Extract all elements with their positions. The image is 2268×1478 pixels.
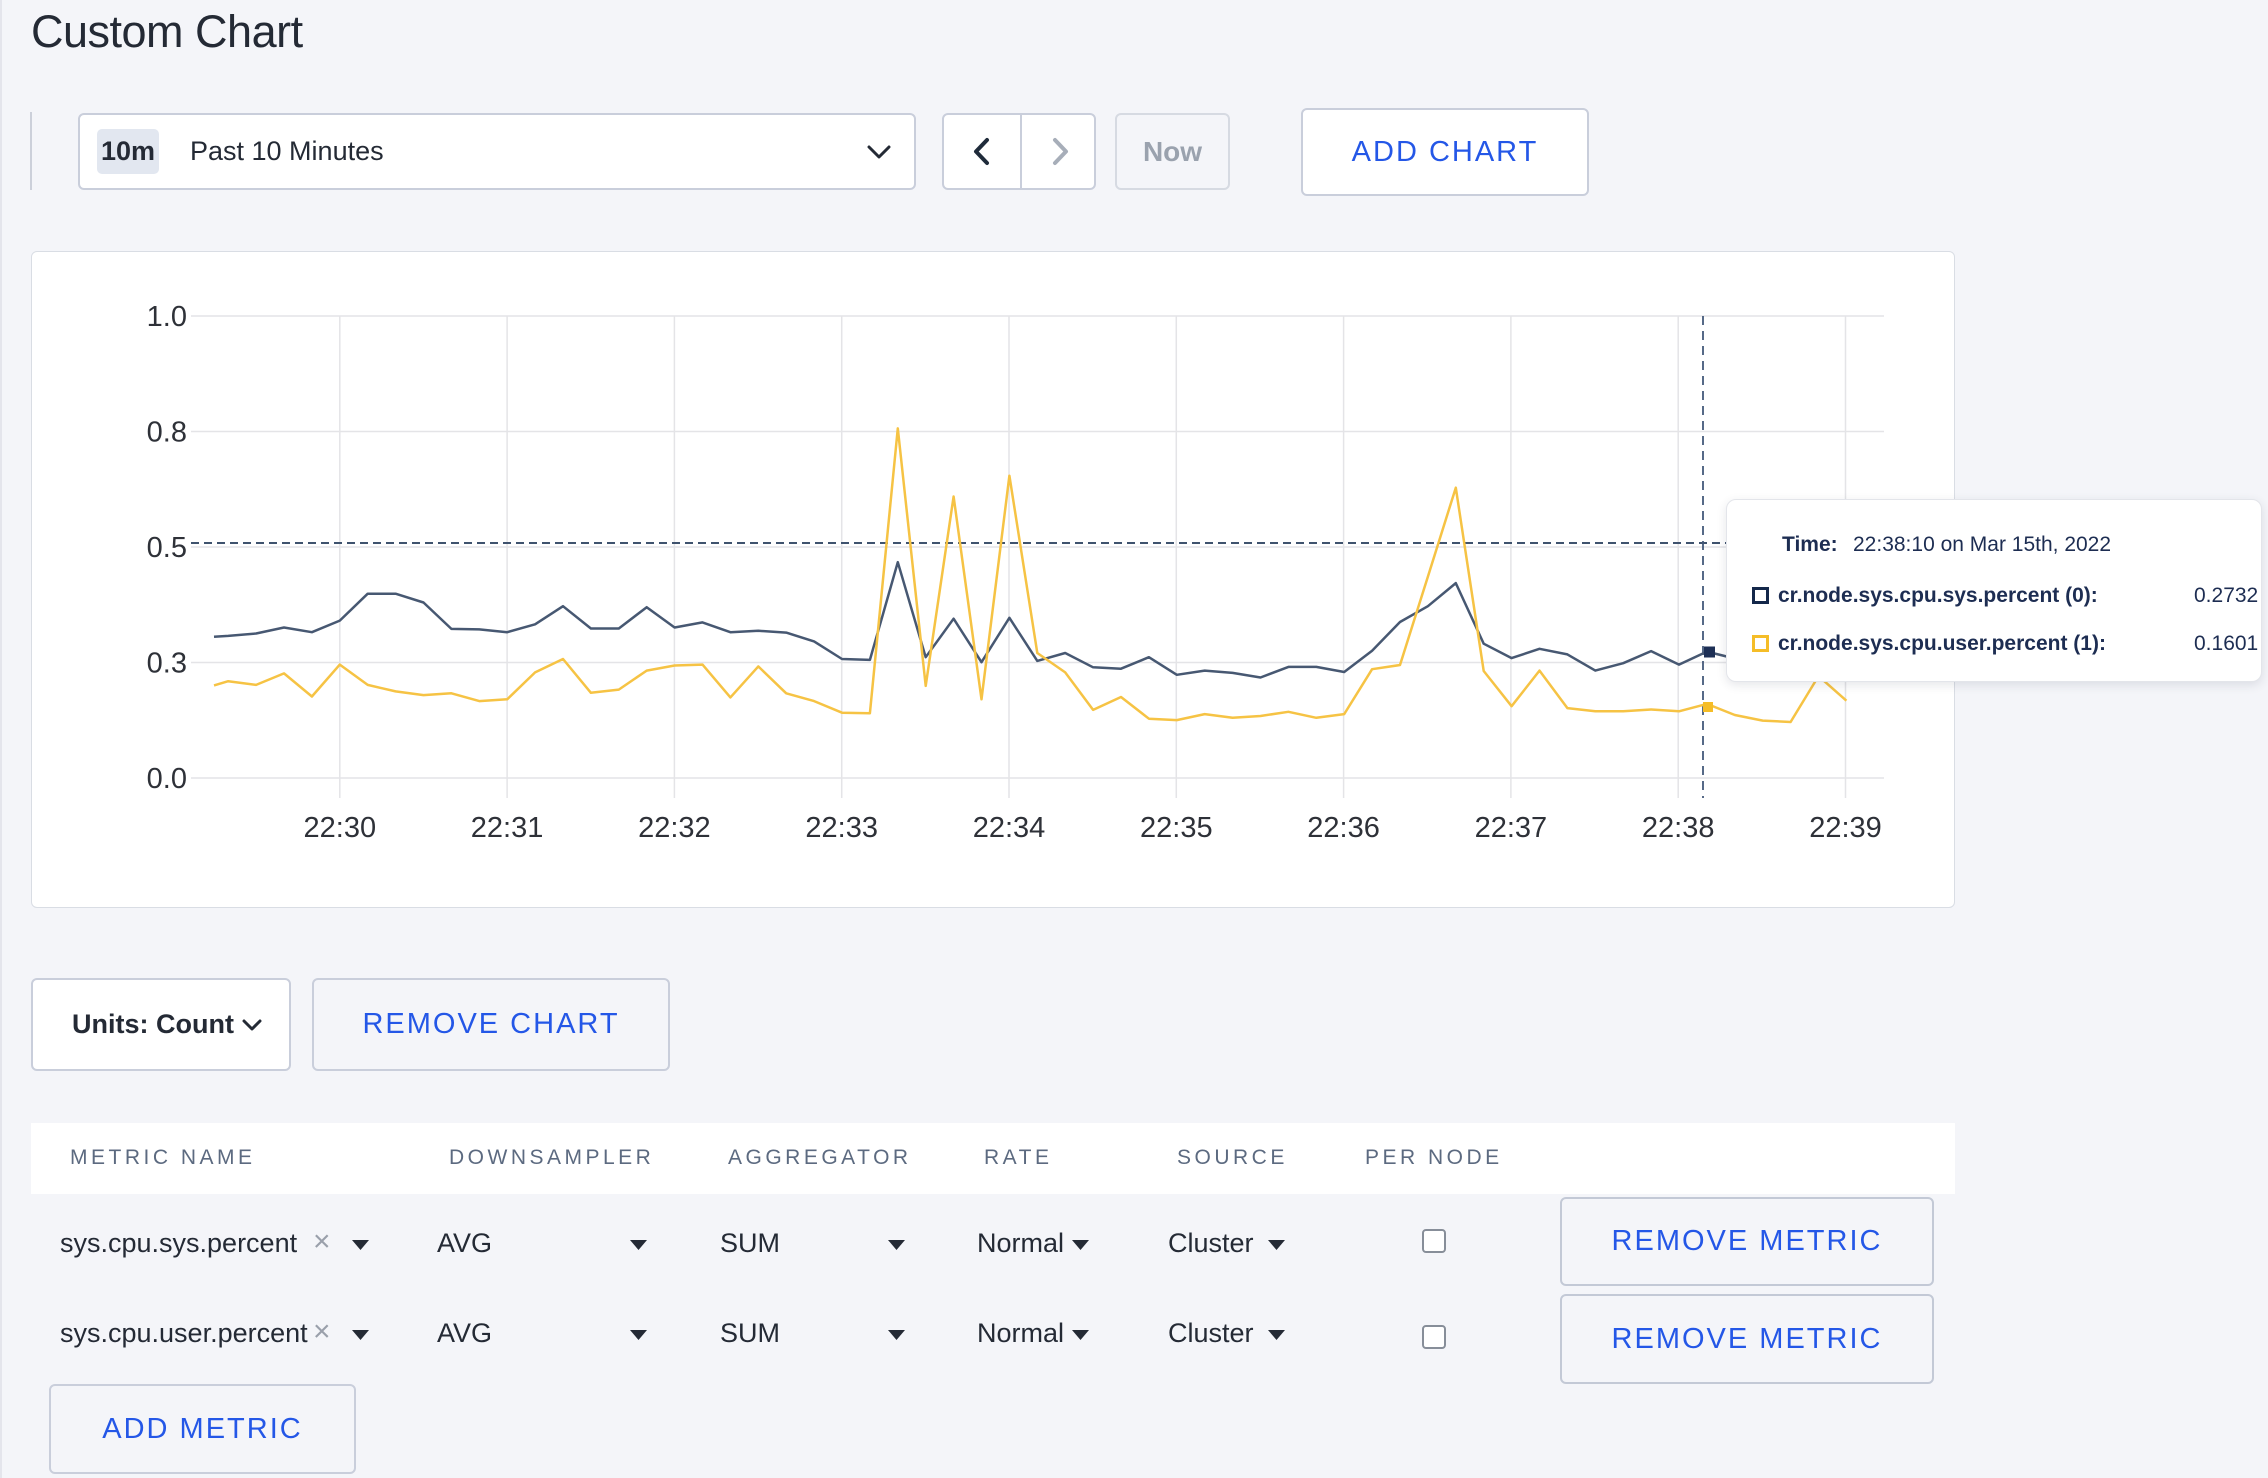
svg-text:0.3: 0.3	[147, 648, 187, 680]
svg-text:22:33: 22:33	[805, 812, 878, 844]
svg-text:22:35: 22:35	[1140, 812, 1213, 844]
svg-text:22:36: 22:36	[1307, 812, 1380, 844]
svg-text:22:34: 22:34	[973, 812, 1046, 844]
svg-text:0.5: 0.5	[147, 532, 187, 564]
svg-text:0.8: 0.8	[147, 417, 187, 449]
svg-text:22:38: 22:38	[1642, 812, 1715, 844]
svg-text:1.0: 1.0	[147, 301, 187, 333]
svg-text:22:32: 22:32	[638, 812, 711, 844]
svg-text:22:39: 22:39	[1809, 812, 1882, 844]
svg-text:0.0: 0.0	[147, 763, 187, 795]
svg-text:22:30: 22:30	[304, 812, 377, 844]
svg-text:22:37: 22:37	[1475, 812, 1548, 844]
svg-text:22:31: 22:31	[471, 812, 544, 844]
